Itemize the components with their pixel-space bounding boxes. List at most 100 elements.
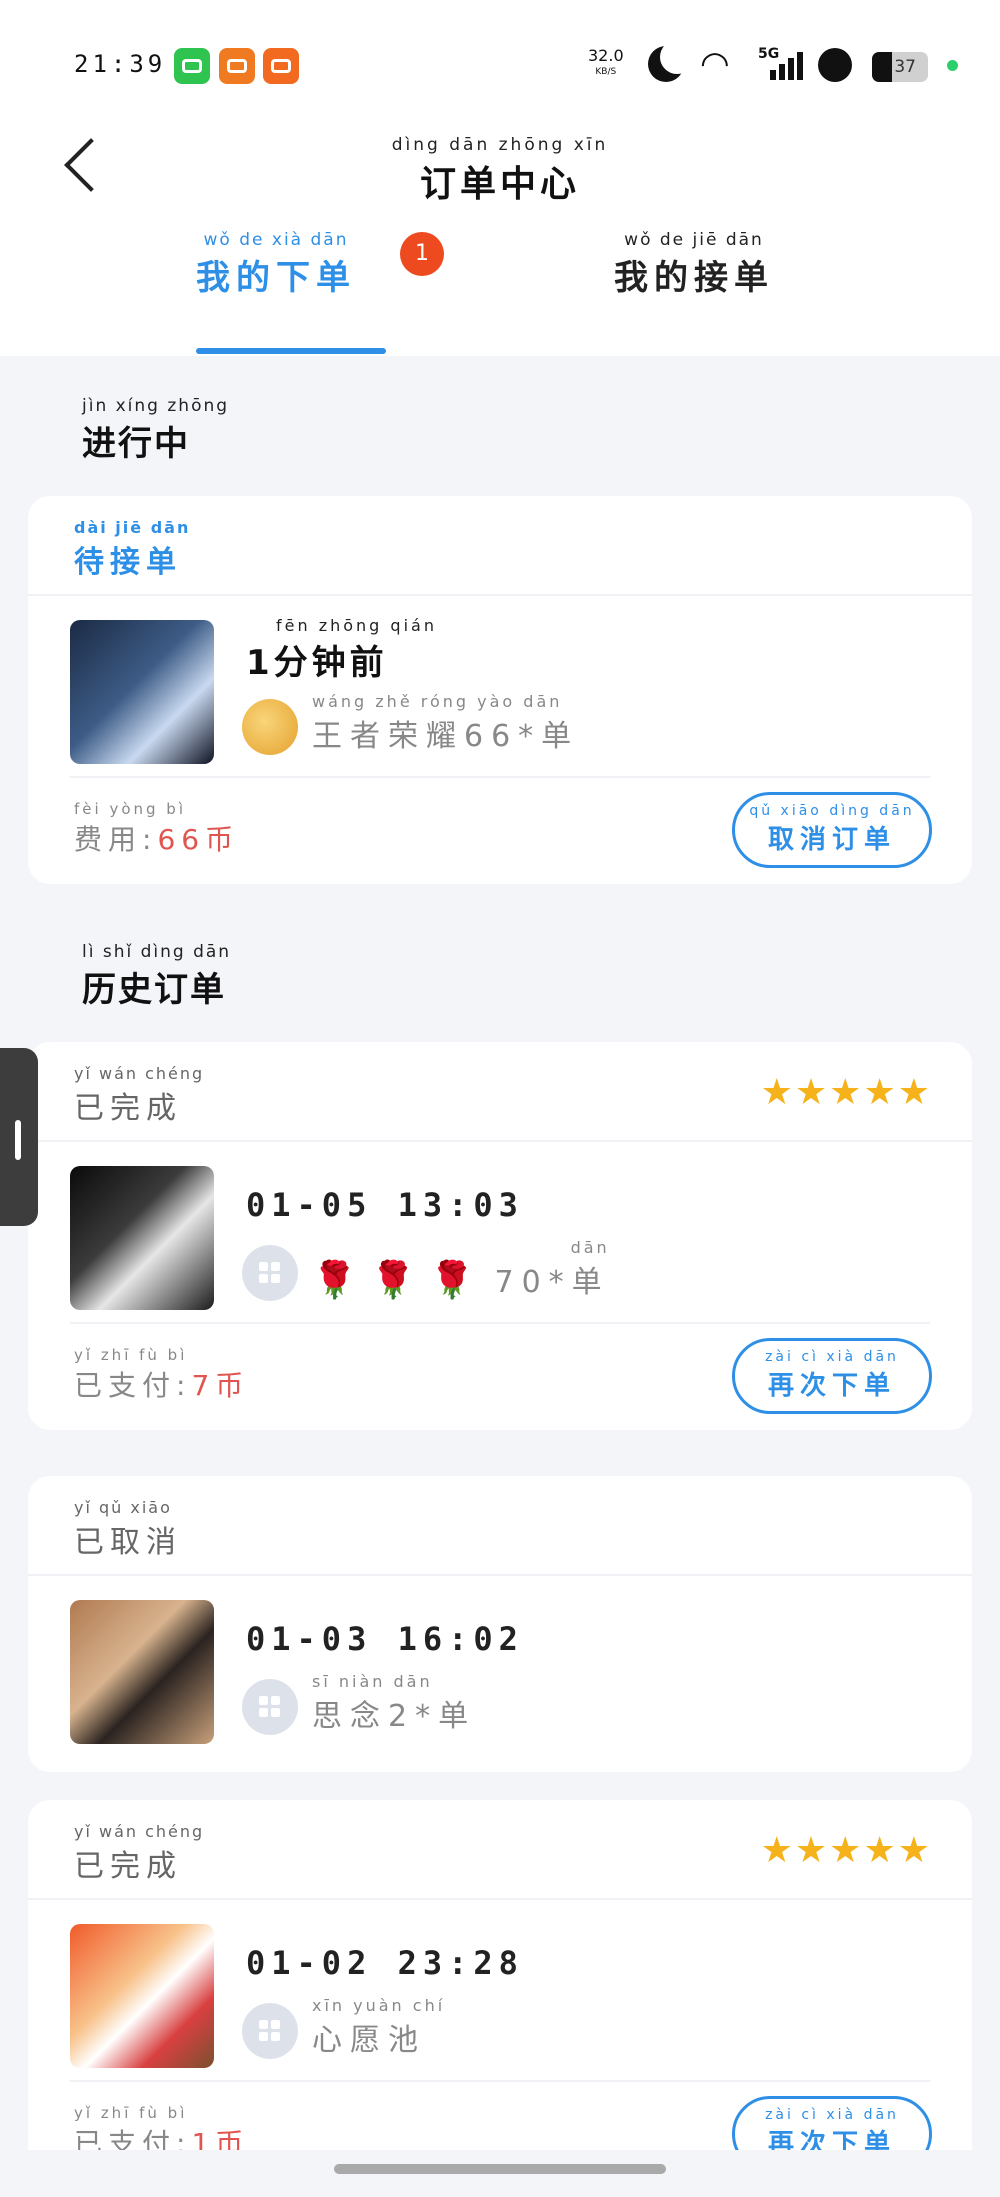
tab-my-orders[interactable]: wǒ de xià dān 我的下单 — [196, 230, 356, 299]
net-speed-value: 32.0 — [588, 46, 624, 65]
history-order-card[interactable]: yǐ wán chéng 已完成 ★★★★★ 01-05 13:03 🌹🌹🌹 d… — [28, 1042, 972, 1430]
order-paid-amount: 7币 — [191, 1369, 250, 1402]
order-body: 01-03 16:02 sī niàn dān 思念2*单 — [28, 1576, 972, 1756]
order-status-label: 已取消 — [74, 1525, 182, 1560]
rating-stars: ★★★★★ — [760, 1830, 932, 1871]
section-history-title: lì shǐ dìng dān 历史订单 — [82, 942, 231, 1011]
order-paid-pinyin: yǐ zhī fù bì — [74, 1346, 188, 1364]
app-notification-icon-2 — [263, 48, 299, 84]
tab-my-accepted[interactable]: wǒ de jiē dān 我的接单 — [614, 230, 774, 299]
tab-my-accepted-label: 我的接单 — [614, 258, 774, 298]
section-text: 进行中 — [82, 424, 190, 464]
order-time-text: 1分钟前 — [246, 643, 388, 683]
order-thumbnail — [70, 1166, 214, 1310]
order-thumbnail — [70, 1600, 214, 1744]
section-pinyin: lì shǐ dìng dān — [82, 942, 232, 962]
reorder-label: 再次下单 — [767, 1371, 896, 1401]
cancel-order-pinyin: qǔ xiāo dìng dān — [749, 803, 915, 819]
section-text: 历史订单 — [82, 970, 226, 1010]
page-title: dìng dān zhōng xīn 订单中心 — [0, 135, 1000, 207]
order-paid-pinyin: yǐ zhī fù bì — [74, 2104, 188, 2122]
top-area: 21:39 32.0 KB/S ◠ 5G 37 dìng dān zhōng x… — [0, 0, 1000, 356]
order-body: 01-02 23:28 xīn yuàn chí 心愿池 — [28, 1900, 972, 2080]
order-item: wáng zhě róng yào dān 王者荣耀66*单 — [242, 692, 579, 755]
reorder-pinyin: zài cì xià dān — [765, 1349, 899, 1365]
page-title-pinyin: dìng dān zhōng xīn — [391, 135, 609, 155]
battery-icon: 37 — [872, 52, 928, 82]
active-tab-indicator — [196, 348, 386, 354]
order-item-text: 心愿池 — [312, 2023, 426, 2058]
rating-stars: ★★★★★ — [760, 1072, 932, 1113]
wifi-icon: ◠ — [700, 44, 730, 84]
cancel-order-button[interactable]: qǔ xiāo dìng dān 取消订单 — [732, 792, 932, 868]
apps-grid-icon — [242, 1245, 298, 1301]
history-order-card[interactable]: yǐ wán chéng 已完成 ★★★★★ 01-02 23:28 xīn y… — [28, 1800, 972, 2188]
do-not-disturb-icon — [648, 40, 694, 82]
order-time: 01-02 23:28 — [246, 1944, 524, 1982]
page-title-text: 订单中心 — [419, 164, 580, 205]
hotspot-icon — [818, 48, 852, 82]
order-status-label: 待接单 — [74, 545, 182, 580]
order-fee-pinyin: fèi yòng bì — [74, 800, 186, 818]
order-card-active[interactable]: dài jiē dān 待接单 fēn zhōng qián 1分钟前 wáng… — [28, 496, 972, 884]
order-fee-amount: 66币 — [157, 823, 240, 856]
order-item-pinyin: xīn yuàn chí — [312, 1996, 446, 2015]
order-time: 01-05 13:03 — [246, 1186, 524, 1224]
order-status: yǐ qǔ xiāo 已取消 — [28, 1476, 972, 1576]
order-item: 🌹🌹🌹 dān 70*单 — [242, 1238, 610, 1301]
floating-side-handle[interactable] — [0, 1048, 38, 1226]
privacy-indicator-dot — [947, 60, 958, 71]
order-item-pinyin: dān — [570, 1238, 610, 1257]
order-body: fēn zhōng qián 1分钟前 wáng zhě róng yào dā… — [28, 596, 972, 776]
wechat-notification-icon — [174, 48, 210, 84]
unread-badge: 1 — [400, 232, 444, 276]
order-item: xīn yuàn chí 心愿池 — [242, 1996, 445, 2059]
order-paid-label: 已支付: — [74, 1369, 192, 1402]
home-indicator[interactable] — [334, 2164, 666, 2174]
section-pinyin: jìn xíng zhōng — [82, 396, 230, 416]
order-item-text: 王者荣耀66*单 — [312, 719, 580, 754]
history-order-card[interactable]: yǐ qǔ xiāo 已取消 01-03 16:02 sī niàn dān 思… — [28, 1476, 972, 1772]
reorder-pinyin: zài cì xià dān — [765, 2107, 899, 2123]
order-item: sī niàn dān 思念2*单 — [242, 1672, 476, 1735]
tab-my-accepted-pinyin: wǒ de jiē dān — [624, 230, 764, 250]
order-status-pinyin: yǐ qǔ xiāo — [74, 1498, 172, 1517]
order-thumbnail — [70, 1924, 214, 2068]
order-status: dài jiē dān 待接单 — [28, 496, 972, 596]
order-time-pinyin: fēn zhōng qián — [276, 616, 437, 635]
net-speed-unit: KB/S — [595, 67, 617, 77]
apps-grid-icon — [242, 2003, 298, 2059]
order-fee: fèi yòng bì 费用:66币 — [74, 800, 239, 858]
order-time: 01-03 16:02 — [246, 1620, 524, 1658]
clock: 21:39 — [74, 50, 167, 78]
order-footer: fèi yòng bì 费用:66币 qǔ xiāo dìng dān 取消订单 — [28, 776, 972, 884]
app-notification-icon — [219, 48, 255, 84]
order-fee-label: 费用: — [74, 823, 158, 856]
network-type: 5G — [758, 46, 780, 62]
order-status-pinyin: dài jiē dān — [74, 518, 191, 537]
tab-my-orders-label: 我的下单 — [196, 258, 356, 298]
order-item-pinyin: sī niàn dān — [312, 1672, 433, 1691]
tab-bar: wǒ de xià dān 我的下单 1 wǒ de jiē dān 我的接单 — [0, 230, 1000, 356]
reorder-button[interactable]: zài cì xià dān 再次下单 — [732, 1338, 932, 1414]
tab-my-orders-pinyin: wǒ de xià dān — [203, 230, 349, 250]
cancel-order-label: 取消订单 — [767, 825, 896, 855]
order-paid: yǐ zhī fù bì 已支付:7币 — [74, 1346, 249, 1404]
order-body: 01-05 13:03 🌹🌹🌹 dān 70*单 — [28, 1142, 972, 1322]
order-status: yǐ wán chéng 已完成 ★★★★★ — [28, 1800, 972, 1900]
net-speed: 32.0 KB/S — [588, 48, 624, 80]
order-footer: yǐ zhī fù bì 已支付:7币 zài cì xià dān 再次下单 — [28, 1322, 972, 1430]
order-item-text: 70*单 — [494, 1265, 610, 1300]
order-item-text: 思念2*单 — [312, 1699, 477, 1734]
order-thumbnail — [70, 620, 214, 764]
order-item-pinyin: wáng zhě róng yào dān — [312, 692, 563, 711]
order-time: fēn zhōng qián 1分钟前 — [246, 616, 437, 684]
header: dìng dān zhōng xīn 订单中心 — [0, 130, 1000, 230]
order-status: yǐ wán chéng 已完成 ★★★★★ — [28, 1042, 972, 1142]
honor-of-kings-icon — [242, 699, 298, 755]
battery-level: 37 — [894, 57, 916, 77]
section-in-progress-title: jìn xíng zhōng 进行中 — [82, 396, 229, 465]
status-bar: 21:39 32.0 KB/S ◠ 5G 37 — [0, 0, 1000, 130]
apps-grid-icon — [242, 1679, 298, 1735]
rose-gift-icons: 🌹🌹🌹 — [312, 1260, 489, 1301]
